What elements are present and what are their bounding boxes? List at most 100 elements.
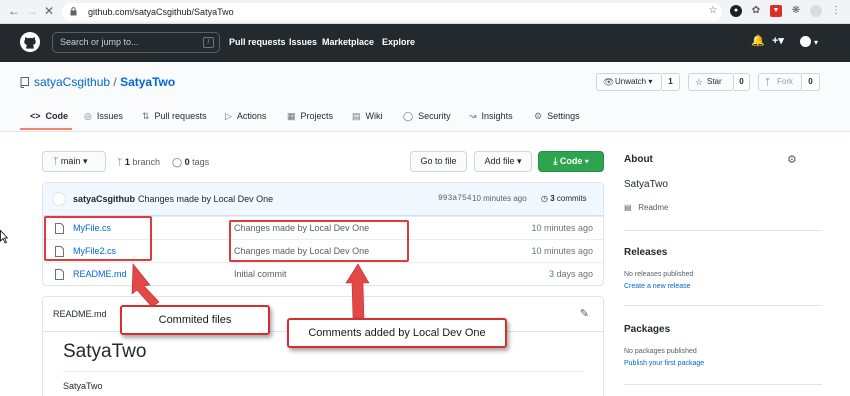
repo-title: satyaCsgithub / SatyaTwo — [34, 75, 175, 89]
commit-author-avatar[interactable] — [52, 192, 66, 206]
tab-issues[interactable]: ◎ Issues — [84, 110, 123, 122]
publish-package-link[interactable]: Publish your first package — [624, 360, 704, 367]
tab-code[interactable]: <> Code — [30, 110, 68, 122]
back-icon[interactable]: ← — [8, 3, 20, 19]
file-age: 3 days ago — [548, 269, 593, 279]
nav-explore[interactable]: Explore — [382, 37, 415, 47]
extension-icon[interactable]: ● — [730, 5, 742, 17]
extension-icon[interactable]: ✿ — [750, 5, 762, 17]
file-row[interactable]: README.md Initial commit 3 days ago — [43, 262, 603, 285]
branches-link[interactable]: ᛉ 1 branch — [117, 156, 160, 168]
packages-heading[interactable]: Packages — [624, 324, 670, 335]
pencil-edit-icon[interactable]: ✎ — [580, 307, 589, 320]
tab-insights[interactable]: ↝ Insights — [469, 110, 513, 122]
nav-marketplace[interactable]: Marketplace — [322, 37, 374, 47]
heading-rule — [63, 371, 583, 372]
releases-heading[interactable]: Releases — [624, 247, 667, 258]
readme-link-label: Readme — [638, 203, 669, 212]
tags-link[interactable]: ◯ 0 tags — [172, 156, 209, 168]
go-to-file-button[interactable]: Go to file — [410, 151, 467, 172]
nav-pull-requests[interactable]: Pull requests — [229, 37, 286, 47]
address-bar[interactable]: github.com/satyaCsgithub/SatyaTwo — [62, 3, 722, 21]
readme-link[interactable]: ▤ Readme — [624, 203, 668, 212]
branch-select-button[interactable]: ᛉ main ▾ — [42, 151, 106, 172]
file-age: 10 minutes ago — [531, 223, 593, 233]
tab-projects[interactable]: ▦ Projects — [287, 110, 333, 122]
star-label: Star — [707, 77, 722, 86]
search-placeholder: Search or jump to... — [60, 37, 139, 47]
commits-link[interactable]: ◷ 3 commits — [541, 194, 587, 203]
book-icon: ▤ — [352, 111, 361, 121]
branch-count: 1 — [124, 157, 130, 167]
extension-icon[interactable]: ▼ — [770, 5, 782, 17]
tab-label: Code — [45, 111, 69, 121]
commit-message-link[interactable]: Changes made by Local Dev One — [138, 194, 273, 204]
fork-icon: ᛉ — [765, 77, 771, 87]
repo-name-link[interactable]: SatyaTwo — [120, 75, 175, 89]
nav-issues[interactable]: Issues — [289, 37, 317, 47]
commit-sha[interactable]: 993a754 — [438, 194, 472, 203]
graph-icon: ↝ — [469, 111, 477, 121]
tab-label: Security — [418, 111, 451, 121]
star-count[interactable]: 0 — [734, 73, 750, 91]
github-header: Search or jump to... / Pull requests Iss… — [0, 24, 850, 62]
sidebar-divider — [624, 384, 822, 385]
bookmark-star-icon[interactable]: ☆ — [707, 5, 719, 17]
file-commit-message[interactable]: Initial commit — [234, 269, 287, 279]
play-icon: ▷ — [225, 111, 232, 121]
avatar-dropdown-icon[interactable]: ▾ — [814, 37, 818, 49]
active-tab-indicator — [20, 128, 72, 130]
add-file-button[interactable]: Add file ▾ — [474, 151, 532, 172]
fork-button[interactable]: ᛉ Fork — [758, 73, 802, 91]
notifications-bell-icon[interactable]: 🔔 — [751, 35, 765, 47]
code-download-button[interactable]: ⤓ Code ▾ — [538, 151, 604, 172]
commit-author-link[interactable]: satyaCsgithub — [73, 194, 135, 204]
tab-wiki[interactable]: ▤ Wiki — [352, 110, 383, 122]
url-text: github.com/satyaCsgithub/SatyaTwo — [88, 7, 234, 17]
lock-icon — [70, 7, 77, 16]
tab-label: Settings — [547, 111, 580, 121]
forward-icon[interactable]: → — [26, 3, 38, 19]
branch-label: branch — [132, 157, 160, 167]
user-avatar[interactable] — [800, 36, 811, 47]
unwatch-button[interactable]: 👁 Unwatch ▾ — [596, 73, 662, 91]
readme-heading: SatyaTwo — [63, 341, 147, 362]
tab-settings[interactable]: ⚙ Settings — [534, 110, 580, 122]
puzzle-extensions-icon[interactable]: ❋ — [790, 5, 802, 17]
stop-loading-icon[interactable]: ✕ — [44, 3, 54, 19]
fork-count[interactable]: 0 — [802, 73, 820, 91]
tag-icon: ◯ — [172, 157, 183, 167]
latest-commit-message: satyaCsgithub Changes made by Local Dev O… — [73, 194, 273, 204]
sidebar-divider — [624, 230, 822, 231]
profile-icon[interactable] — [810, 5, 822, 17]
commit-label: commits — [556, 194, 587, 203]
gear-icon: ⚙ — [534, 111, 543, 121]
download-icon: ⤓ — [553, 156, 558, 166]
file-name-link[interactable]: README.md — [73, 269, 127, 279]
comments-added-callout: Comments added by Local Dev One — [287, 318, 507, 348]
create-new-icon[interactable]: +▾ — [772, 35, 784, 47]
unwatch-label: Unwatch — [615, 77, 647, 86]
tab-actions[interactable]: ▷ Actions — [225, 110, 266, 122]
readme-filename: README.md — [53, 309, 107, 319]
file-age: 10 minutes ago — [531, 246, 593, 256]
create-release-link[interactable]: Create a new release — [624, 283, 691, 290]
issue-opened-icon: ◎ — [84, 111, 92, 121]
fork-label: Fork — [777, 77, 793, 86]
search-input[interactable]: Search or jump to... / — [52, 32, 220, 53]
gear-icon[interactable]: ⚙ — [787, 153, 797, 166]
tag-count: 0 — [184, 157, 190, 167]
star-button[interactable]: ☆ Star — [688, 73, 734, 91]
github-logo-icon[interactable] — [20, 32, 40, 52]
tab-pull-requests[interactable]: ⇅ Pull requests — [142, 110, 207, 122]
browser-menu-icon[interactable]: ⋮ — [830, 5, 842, 17]
repo-owner-link[interactable]: satyaCsgithub — [34, 75, 110, 89]
tab-label: Wiki — [365, 111, 383, 121]
branch-icon: ᛉ — [117, 157, 123, 167]
tab-label: Insights — [481, 111, 513, 121]
watch-count[interactable]: 1 — [662, 73, 680, 91]
search-shortcut-key: / — [203, 37, 214, 48]
tab-security[interactable]: ◯ Security — [403, 110, 451, 122]
branch-name: main — [60, 156, 81, 166]
tab-label: Pull requests — [154, 111, 207, 121]
